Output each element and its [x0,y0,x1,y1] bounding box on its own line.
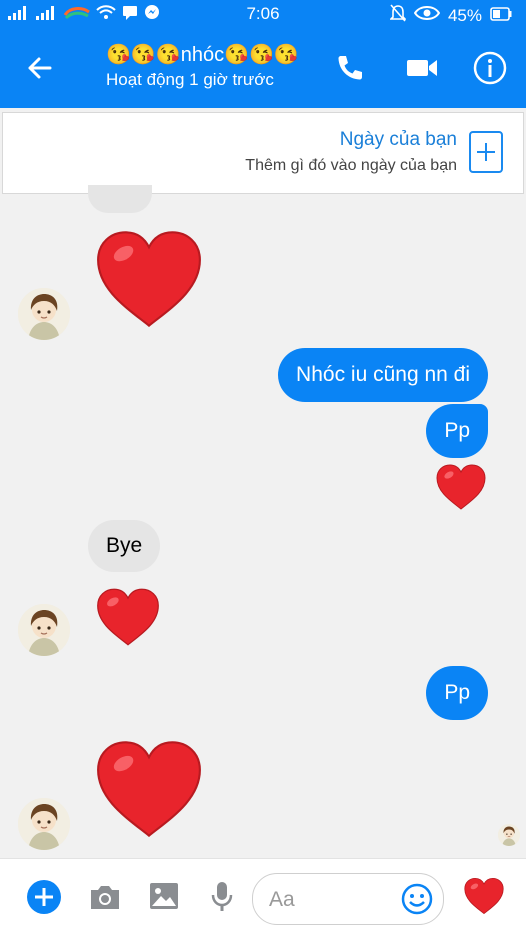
active-status: Hoạt động 1 giờ trước [106,70,274,89]
outgoing-message[interactable]: Nhóc iu cũng nn đi [278,348,488,402]
add-to-day-button[interactable] [469,131,503,173]
back-arrow-icon [28,57,52,79]
camera-button[interactable] [88,883,122,916]
eye-icon [413,5,441,26]
my-day-banner[interactable]: Ngày của bạn Thêm gì đó vào ngày của bạn [2,112,524,194]
my-day-title: Ngày của bạn [339,129,457,150]
contact-avatar[interactable] [18,604,70,656]
mute-bell-icon [389,4,407,27]
video-camera-icon [407,60,437,76]
phone-icon [338,56,362,80]
microphone-icon [211,882,233,911]
battery-level: 45% [447,5,482,25]
plus-circle-icon [27,880,61,914]
my-day-subtitle: Thêm gì đó vào ngày của bạn [245,157,457,174]
gallery-button[interactable] [148,881,180,916]
back-button[interactable] [22,50,58,86]
incoming-message[interactable]: Bye [88,520,161,572]
heart-sticker-message[interactable] [96,740,202,838]
image-icon [150,883,178,909]
heart-icon [464,877,504,915]
heart-sticker-message[interactable] [96,230,202,328]
contact-name[interactable]: 😘😘😘nhóc😘😘😘 [106,42,299,67]
outgoing-message[interactable]: Pp [426,666,488,720]
seen-receipt-avatar [498,824,520,846]
outgoing-message[interactable]: Pp [426,404,488,458]
conversation-header: 😘😘😘nhóc😘😘😘 Hoạt động 1 giờ trước [0,28,526,108]
battery-icon [490,6,512,26]
voice-message-button[interactable] [208,879,236,920]
status-icons-right: 45% [389,4,512,27]
camera-icon [91,886,119,909]
heart-sticker-message[interactable] [436,464,486,510]
status-bar: 7:06 45% [0,0,526,28]
info-button[interactable] [470,48,510,88]
info-icon [473,51,507,85]
video-call-button[interactable] [402,48,442,88]
message-input[interactable]: Aa [252,873,444,925]
more-actions-button[interactable] [26,879,62,920]
emoji-icon[interactable] [401,883,433,915]
heart-sticker-message[interactable] [96,588,160,646]
previous-message-bubble [88,185,152,213]
contact-avatar[interactable] [18,288,70,340]
voice-call-button[interactable] [330,48,370,88]
contact-avatar[interactable] [18,798,70,850]
message-input-placeholder: Aa [269,888,295,911]
send-heart-button[interactable] [464,877,504,920]
message-composer: Aa [0,858,526,936]
